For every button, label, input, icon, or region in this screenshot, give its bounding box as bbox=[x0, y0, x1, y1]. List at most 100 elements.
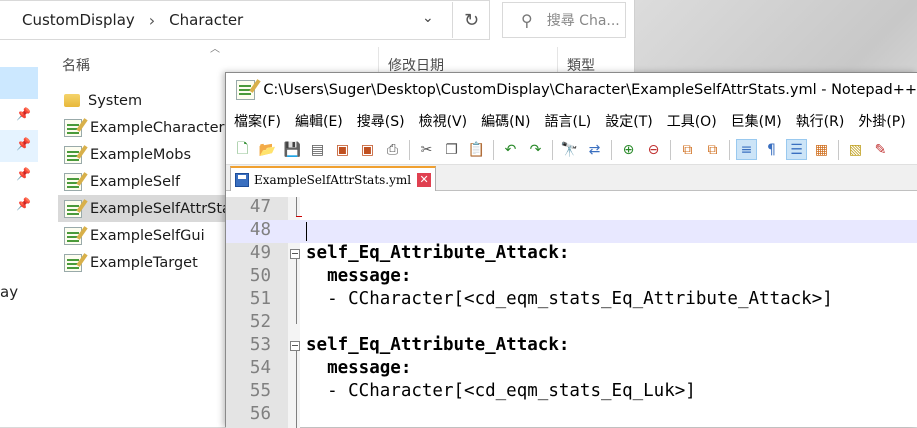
column-header-name[interactable]: 名稱 bbox=[62, 55, 90, 75]
line-number: 48 bbox=[249, 220, 271, 240]
close-tab-icon[interactable]: ✕ bbox=[417, 172, 432, 187]
line-number: 50 bbox=[249, 266, 271, 286]
file-name: ExampleSelfAttrStat bbox=[90, 200, 237, 217]
list-item[interactable]: ExampleTarget bbox=[58, 249, 238, 276]
menu-search[interactable]: 搜尋(S) bbox=[357, 111, 405, 131]
notepad-file-icon bbox=[64, 172, 82, 191]
notepad-file-icon bbox=[64, 253, 82, 272]
window-title: C:\Users\Suger\Desktop\CustomDisplay\Cha… bbox=[263, 82, 917, 98]
paste-icon[interactable]: 📋 bbox=[466, 139, 487, 160]
find-icon[interactable]: 🔭 bbox=[559, 139, 580, 160]
code-line: 54 message: bbox=[226, 358, 917, 381]
line-text: message: bbox=[306, 358, 412, 378]
redo-icon[interactable]: ↷ bbox=[525, 139, 546, 160]
list-item[interactable]: ExampleSelf bbox=[58, 168, 238, 195]
new-file-icon[interactable]: 🗋 bbox=[232, 139, 253, 160]
pin-icon: 📌 bbox=[16, 197, 31, 211]
show-all-chars-icon[interactable]: ¶ bbox=[761, 139, 782, 160]
navigation-pane: 📌 📌 📌 📌 ay bbox=[0, 45, 38, 427]
user-language-icon[interactable]: ▦ bbox=[811, 139, 832, 160]
toolbar-separator bbox=[670, 139, 671, 160]
save-icon[interactable]: 💾 bbox=[282, 139, 303, 160]
toolbar-separator bbox=[409, 139, 410, 160]
sync-horizontal-icon[interactable]: ⧉ bbox=[702, 139, 723, 160]
menu-settings[interactable]: 設定(T) bbox=[605, 111, 652, 131]
code-line: 51 - CCharacter[<cd_eqm_stats_Eq_Attribu… bbox=[226, 289, 917, 312]
list-item-folder[interactable]: System bbox=[58, 87, 238, 114]
breadcrumb-customdisplay[interactable]: CustomDisplay bbox=[22, 11, 135, 29]
close-all-icon[interactable]: ▣ bbox=[357, 139, 378, 160]
copy-icon[interactable]: ❐ bbox=[441, 139, 462, 160]
code-line: 52 bbox=[226, 312, 917, 335]
open-file-icon[interactable]: 📂 bbox=[257, 139, 278, 160]
line-text: message: bbox=[306, 266, 412, 286]
print-icon[interactable]: ⎙ bbox=[382, 139, 403, 160]
menu-language[interactable]: 語言(L) bbox=[545, 111, 592, 131]
toolbar-separator bbox=[493, 139, 494, 160]
cut-icon[interactable]: ✂ bbox=[416, 139, 437, 160]
menu-plugins[interactable]: 外掛(P) bbox=[858, 111, 905, 131]
search-box[interactable]: ⚲ 搜尋 Cha... bbox=[502, 2, 626, 38]
zoom-out-icon[interactable]: ⊖ bbox=[643, 139, 664, 160]
word-wrap-icon[interactable]: ≡ bbox=[736, 139, 757, 160]
list-item[interactable]: ExampleSelfGui bbox=[58, 222, 238, 249]
indent-guide-icon[interactable]: ☰ bbox=[786, 139, 807, 160]
function-list-icon[interactable]: ✎ bbox=[870, 139, 891, 160]
menu-view[interactable]: 檢視(V) bbox=[419, 111, 468, 131]
menu-edit[interactable]: 編輯(E) bbox=[295, 111, 343, 131]
notepad-file-icon bbox=[64, 145, 82, 164]
column-divider[interactable] bbox=[378, 47, 379, 73]
menu-file[interactable]: 檔案(F) bbox=[234, 111, 281, 131]
sort-up-icon: ︿ bbox=[210, 44, 220, 55]
list-item[interactable]: ExampleMobs bbox=[58, 141, 238, 168]
list-item[interactable]: ExampleCharacter bbox=[58, 114, 238, 141]
menu-run[interactable]: 執行(R) bbox=[796, 111, 845, 131]
notepad-file-icon bbox=[64, 118, 82, 137]
sync-vertical-icon[interactable]: ⧉ bbox=[677, 139, 698, 160]
notepad-app-icon bbox=[236, 80, 256, 100]
notepad-file-icon bbox=[64, 199, 82, 218]
notepad-plus-plus-window: C:\Users\Suger\Desktop\CustomDisplay\Cha… bbox=[225, 72, 917, 428]
list-item-selected[interactable]: ExampleSelfAttrStat bbox=[58, 195, 238, 222]
title-bar[interactable]: C:\Users\Suger\Desktop\CustomDisplay\Cha… bbox=[226, 73, 917, 107]
fold-toggle-icon[interactable] bbox=[290, 249, 300, 259]
folder-icon bbox=[64, 94, 80, 107]
column-divider[interactable] bbox=[557, 47, 558, 73]
refresh-button[interactable]: ↻ bbox=[452, 2, 490, 38]
undo-icon[interactable]: ↶ bbox=[500, 139, 521, 160]
chevron-down-icon[interactable]: ⌄ bbox=[422, 10, 434, 26]
pin-icon: 📌 bbox=[16, 137, 31, 151]
menu-tools[interactable]: 工具(O) bbox=[667, 111, 717, 131]
save-all-icon[interactable]: ▤ bbox=[307, 139, 328, 160]
menu-macro[interactable]: 巨集(M) bbox=[731, 111, 782, 131]
code-line: 50 message: bbox=[226, 266, 917, 289]
line-text: self_Eq_Attribute_Attack: bbox=[306, 335, 570, 355]
replace-icon[interactable]: ⇄ bbox=[584, 139, 605, 160]
code-line: 55 - CCharacter[<cd_eqm_stats_Eq_Luk>] bbox=[226, 381, 917, 404]
toolbar: 🗋 📂 💾 ▤ ▣ ▣ ⎙ ✂ ❐ 📋 ↶ ↷ 🔭 ⇄ ⊕ ⊖ ⧉ ⧉ ≡ ¶ … bbox=[226, 135, 917, 165]
line-text: self_Eq_Attribute_Attack: bbox=[306, 243, 570, 263]
file-name: System bbox=[88, 92, 143, 109]
file-name: ExampleTarget bbox=[90, 254, 198, 271]
code-line: 53 self_Eq_Attribute_Attack: bbox=[226, 335, 917, 358]
fold-toggle-icon[interactable] bbox=[290, 341, 300, 351]
address-bar[interactable]: CustomDisplay › Character ⌄ bbox=[0, 0, 490, 40]
tab-file[interactable]: ExampleSelfAttrStats.yml ✕ bbox=[230, 166, 437, 191]
tab-bar: ExampleSelfAttrStats.yml ✕ bbox=[226, 165, 917, 191]
doc-map-icon[interactable]: ▧ bbox=[845, 139, 866, 160]
file-name: ExampleSelfGui bbox=[90, 227, 205, 244]
code-line: 56 bbox=[226, 404, 917, 427]
code-line: 49 self_Eq_Attribute_Attack: bbox=[226, 243, 917, 266]
search-placeholder: 搜尋 Cha... bbox=[546, 13, 620, 29]
code-editor[interactable]: 47 48 49 self_Eq_Attribute_Attack: 50 mes… bbox=[226, 197, 917, 428]
refresh-icon: ↻ bbox=[463, 9, 480, 31]
code-line-current: 48 bbox=[226, 220, 917, 243]
file-name: ExampleMobs bbox=[90, 146, 192, 163]
breadcrumb-character[interactable]: Character bbox=[169, 11, 243, 29]
zoom-in-icon[interactable]: ⊕ bbox=[618, 139, 639, 160]
menu-encoding[interactable]: 編碼(N) bbox=[481, 111, 530, 131]
nav-item-selected[interactable] bbox=[0, 67, 38, 99]
line-number: 47 bbox=[249, 197, 271, 217]
close-file-icon[interactable]: ▣ bbox=[332, 139, 353, 160]
nav-item-label[interactable]: ay bbox=[0, 283, 18, 301]
